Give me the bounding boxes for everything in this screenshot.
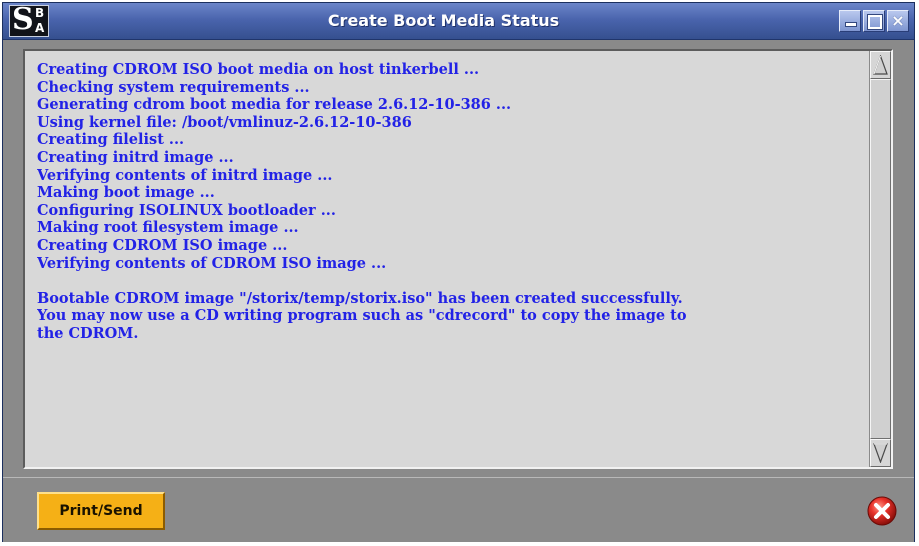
log-line: Generating cdrom boot media for release … <box>37 96 512 114</box>
close-button[interactable]: × <box>887 10 909 32</box>
print-send-button[interactable]: Print/Send <box>37 492 165 530</box>
log-line: Creating filelist ... <box>37 131 185 149</box>
log-line: Using kernel file: /boot/vmlinuz-2.6.12-… <box>37 113 412 131</box>
scroll-up-button[interactable] <box>870 51 891 79</box>
close-icon: × <box>891 11 905 30</box>
log-output-text: Creating CDROM ISO boot media on host ti… <box>37 61 861 461</box>
cancel-icon[interactable] <box>867 496 897 526</box>
maximize-icon <box>867 14 883 30</box>
logo-letter-b: B <box>35 6 45 20</box>
log-line: Verifying contents of initrd image ... <box>37 166 333 184</box>
log-line: You may now use a CD writing program suc… <box>37 307 687 325</box>
log-line: Creating CDROM ISO image ... <box>37 236 288 254</box>
log-blank-line <box>37 272 861 290</box>
log-line: Verifying contents of CDROM ISO image ..… <box>37 254 387 272</box>
log-line: Creating CDROM ISO boot media on host ti… <box>37 61 480 78</box>
vertical-scrollbar[interactable] <box>869 51 891 467</box>
scroll-up-arrow-icon <box>873 55 888 75</box>
maximize-button[interactable] <box>863 10 885 32</box>
logo-letter-s: S <box>12 2 34 37</box>
minimize-button[interactable] <box>839 10 861 32</box>
create-boot-media-status-window: S B A Create Boot Media Status × Creatin… <box>2 2 915 542</box>
button-bar: Print/Send <box>3 477 914 542</box>
log-line: Making root filesystem image ... <box>37 219 299 237</box>
window-title: Create Boot Media Status <box>327 11 560 30</box>
scroll-thumb[interactable] <box>870 79 891 439</box>
title-bar[interactable]: S B A Create Boot Media Status × <box>3 3 914 40</box>
log-line: Making boot image ... <box>37 184 215 202</box>
log-line: Configuring ISOLINUX bootloader ... <box>37 201 336 219</box>
log-line: Bootable CDROM image "/storix/temp/stori… <box>37 289 683 307</box>
log-line: Creating initrd image ... <box>37 148 234 166</box>
log-line: Checking system requirements ... <box>37 78 310 96</box>
scroll-down-button[interactable] <box>870 439 891 467</box>
log-output-panel[interactable]: Creating CDROM ISO boot media on host ti… <box>23 49 893 469</box>
log-line: the CDROM. <box>37 324 139 342</box>
storix-logo-icon[interactable]: S B A <box>9 2 49 37</box>
minimize-icon <box>845 22 857 27</box>
logo-letter-a: A <box>35 21 45 35</box>
scroll-down-arrow-icon <box>873 443 888 463</box>
